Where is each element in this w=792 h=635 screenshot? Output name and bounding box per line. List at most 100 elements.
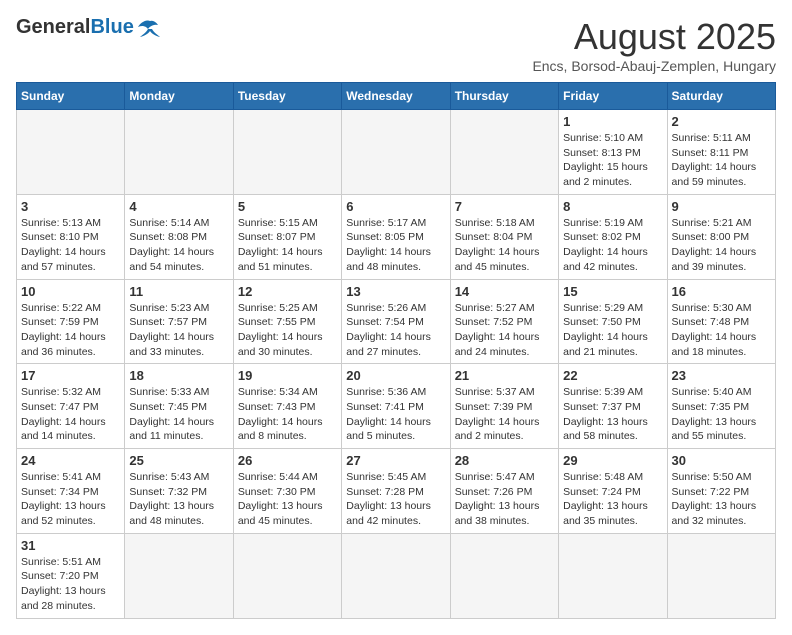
weekday-header-friday: Friday bbox=[559, 83, 667, 110]
day-number: 16 bbox=[672, 284, 771, 299]
calendar-cell: 3 Sunrise: 5:13 AMSunset: 8:10 PMDaylight… bbox=[17, 194, 125, 279]
day-number: 6 bbox=[346, 199, 445, 214]
day-number: 13 bbox=[346, 284, 445, 299]
calendar-cell: 30Sunrise: 5:50 AMSunset: 7:22 PMDayligh… bbox=[667, 449, 775, 534]
day-info: Sunrise: 5:45 AMSunset: 7:28 PMDaylight:… bbox=[346, 470, 445, 529]
calendar-cell: 2Sunrise: 5:11 AMSunset: 8:11 PMDaylight… bbox=[667, 110, 775, 195]
calendar-week-row: 3 Sunrise: 5:13 AMSunset: 8:10 PMDaylight… bbox=[17, 194, 776, 279]
calendar-cell: 14Sunrise: 5:27 AMSunset: 7:52 PMDayligh… bbox=[450, 279, 558, 364]
calendar-cell: 5 Sunrise: 5:15 AMSunset: 8:07 PMDaylight… bbox=[233, 194, 341, 279]
calendar-week-row: 1 Sunrise: 5:10 AMSunset: 8:13 PMDaylight… bbox=[17, 110, 776, 195]
calendar-cell: 19 Sunrise: 5:34 AMSunset: 7:43 PMDayligh… bbox=[233, 364, 341, 449]
calendar-cell bbox=[125, 110, 233, 195]
day-number: 19 bbox=[238, 368, 337, 383]
day-info: Sunrise: 5:27 AMSunset: 7:52 PMDaylight:… bbox=[455, 301, 554, 360]
calendar-cell: 22 Sunrise: 5:39 AMSunset: 7:37 PMDayligh… bbox=[559, 364, 667, 449]
calendar-cell bbox=[450, 533, 558, 618]
day-number: 21 bbox=[455, 368, 554, 383]
day-number: 12 bbox=[238, 284, 337, 299]
calendar-cell: 17Sunrise: 5:32 AMSunset: 7:47 PMDayligh… bbox=[17, 364, 125, 449]
day-number: 8 bbox=[563, 199, 662, 214]
day-number: 24 bbox=[21, 453, 120, 468]
page-header: General Blue August 2025 Encs, Borsod-Ab… bbox=[16, 16, 776, 74]
calendar-cell bbox=[667, 533, 775, 618]
day-info: Sunrise: 5:44 AMSunset: 7:30 PMDaylight:… bbox=[238, 470, 337, 529]
day-number: 31 bbox=[21, 538, 120, 553]
day-info: Sunrise: 5:34 AMSunset: 7:43 PMDaylight:… bbox=[238, 385, 337, 444]
calendar-cell: 31 Sunrise: 5:51 AMSunset: 7:20 PMDayligh… bbox=[17, 533, 125, 618]
day-info: Sunrise: 5:26 AMSunset: 7:54 PMDaylight:… bbox=[346, 301, 445, 360]
day-number: 5 bbox=[238, 199, 337, 214]
day-number: 20 bbox=[346, 368, 445, 383]
calendar-cell: 15Sunrise: 5:29 AMSunset: 7:50 PMDayligh… bbox=[559, 279, 667, 364]
day-info: Sunrise: 5:25 AMSunset: 7:55 PMDaylight:… bbox=[238, 301, 337, 360]
day-number: 10 bbox=[21, 284, 120, 299]
day-info: Sunrise: 5:13 AMSunset: 8:10 PMDaylight:… bbox=[21, 216, 120, 275]
day-number: 4 bbox=[129, 199, 228, 214]
day-info: Sunrise: 5:39 AMSunset: 7:37 PMDaylight:… bbox=[563, 385, 662, 444]
calendar-cell: 21 Sunrise: 5:37 AMSunset: 7:39 PMDayligh… bbox=[450, 364, 558, 449]
weekday-header-sunday: Sunday bbox=[17, 83, 125, 110]
calendar-cell: 26 Sunrise: 5:44 AMSunset: 7:30 PMDayligh… bbox=[233, 449, 341, 534]
day-info: Sunrise: 5:15 AMSunset: 8:07 PMDaylight:… bbox=[238, 216, 337, 275]
day-number: 9 bbox=[672, 199, 771, 214]
day-info: Sunrise: 5:23 AMSunset: 7:57 PMDaylight:… bbox=[129, 301, 228, 360]
weekday-header-thursday: Thursday bbox=[450, 83, 558, 110]
calendar-cell: 20 Sunrise: 5:36 AMSunset: 7:41 PMDayligh… bbox=[342, 364, 450, 449]
day-info: Sunrise: 5:10 AMSunset: 8:13 PMDaylight:… bbox=[563, 131, 662, 190]
day-number: 29 bbox=[563, 453, 662, 468]
calendar-cell: 10Sunrise: 5:22 AMSunset: 7:59 PMDayligh… bbox=[17, 279, 125, 364]
day-number: 11 bbox=[129, 284, 228, 299]
day-info: Sunrise: 5:21 AMSunset: 8:00 PMDaylight:… bbox=[672, 216, 771, 275]
day-number: 27 bbox=[346, 453, 445, 468]
calendar-cell bbox=[342, 110, 450, 195]
calendar-cell: 7Sunrise: 5:18 AMSunset: 8:04 PMDaylight… bbox=[450, 194, 558, 279]
calendar-cell: 27 Sunrise: 5:45 AMSunset: 7:28 PMDayligh… bbox=[342, 449, 450, 534]
day-info: Sunrise: 5:50 AMSunset: 7:22 PMDaylight:… bbox=[672, 470, 771, 529]
logo: General Blue bbox=[16, 16, 164, 39]
day-number: 7 bbox=[455, 199, 554, 214]
calendar-cell: 18Sunrise: 5:33 AMSunset: 7:45 PMDayligh… bbox=[125, 364, 233, 449]
calendar-cell: 1 Sunrise: 5:10 AMSunset: 8:13 PMDaylight… bbox=[559, 110, 667, 195]
weekday-header-saturday: Saturday bbox=[667, 83, 775, 110]
calendar-cell: 23Sunrise: 5:40 AMSunset: 7:35 PMDayligh… bbox=[667, 364, 775, 449]
day-info: Sunrise: 5:41 AMSunset: 7:34 PMDaylight:… bbox=[21, 470, 120, 529]
calendar-cell: 25Sunrise: 5:43 AMSunset: 7:32 PMDayligh… bbox=[125, 449, 233, 534]
day-number: 2 bbox=[672, 114, 771, 129]
day-info: Sunrise: 5:32 AMSunset: 7:47 PMDaylight:… bbox=[21, 385, 120, 444]
logo-general-text: General bbox=[16, 16, 90, 39]
calendar-week-row: 24 Sunrise: 5:41 AMSunset: 7:34 PMDayligh… bbox=[17, 449, 776, 534]
day-info: Sunrise: 5:37 AMSunset: 7:39 PMDaylight:… bbox=[455, 385, 554, 444]
calendar-cell bbox=[342, 533, 450, 618]
day-info: Sunrise: 5:17 AMSunset: 8:05 PMDaylight:… bbox=[346, 216, 445, 275]
calendar-cell bbox=[233, 533, 341, 618]
day-number: 22 bbox=[563, 368, 662, 383]
calendar-cell bbox=[17, 110, 125, 195]
day-info: Sunrise: 5:19 AMSunset: 8:02 PMDaylight:… bbox=[563, 216, 662, 275]
calendar-cell: 8 Sunrise: 5:19 AMSunset: 8:02 PMDaylight… bbox=[559, 194, 667, 279]
day-info: Sunrise: 5:48 AMSunset: 7:24 PMDaylight:… bbox=[563, 470, 662, 529]
calendar-cell: 4Sunrise: 5:14 AMSunset: 8:08 PMDaylight… bbox=[125, 194, 233, 279]
calendar-table: SundayMondayTuesdayWednesdayThursdayFrid… bbox=[16, 82, 776, 619]
calendar-cell: 29 Sunrise: 5:48 AMSunset: 7:24 PMDayligh… bbox=[559, 449, 667, 534]
day-number: 23 bbox=[672, 368, 771, 383]
day-number: 28 bbox=[455, 453, 554, 468]
calendar-cell: 13 Sunrise: 5:26 AMSunset: 7:54 PMDayligh… bbox=[342, 279, 450, 364]
calendar-week-row: 10Sunrise: 5:22 AMSunset: 7:59 PMDayligh… bbox=[17, 279, 776, 364]
calendar-week-row: 17Sunrise: 5:32 AMSunset: 7:47 PMDayligh… bbox=[17, 364, 776, 449]
calendar-cell: 11 Sunrise: 5:23 AMSunset: 7:57 PMDayligh… bbox=[125, 279, 233, 364]
day-number: 26 bbox=[238, 453, 337, 468]
day-info: Sunrise: 5:47 AMSunset: 7:26 PMDaylight:… bbox=[455, 470, 554, 529]
calendar-cell: 28 Sunrise: 5:47 AMSunset: 7:26 PMDayligh… bbox=[450, 449, 558, 534]
day-number: 3 bbox=[21, 199, 120, 214]
calendar-cell bbox=[233, 110, 341, 195]
day-number: 1 bbox=[563, 114, 662, 129]
title-area: August 2025 Encs, Borsod-Abauj-Zemplen, … bbox=[532, 16, 776, 74]
calendar-cell bbox=[125, 533, 233, 618]
calendar-cell bbox=[450, 110, 558, 195]
location-subtitle: Encs, Borsod-Abauj-Zemplen, Hungary bbox=[532, 58, 776, 74]
calendar-cell: 6 Sunrise: 5:17 AMSunset: 8:05 PMDaylight… bbox=[342, 194, 450, 279]
day-info: Sunrise: 5:51 AMSunset: 7:20 PMDaylight:… bbox=[21, 555, 120, 614]
day-info: Sunrise: 5:36 AMSunset: 7:41 PMDaylight:… bbox=[346, 385, 445, 444]
day-number: 25 bbox=[129, 453, 228, 468]
